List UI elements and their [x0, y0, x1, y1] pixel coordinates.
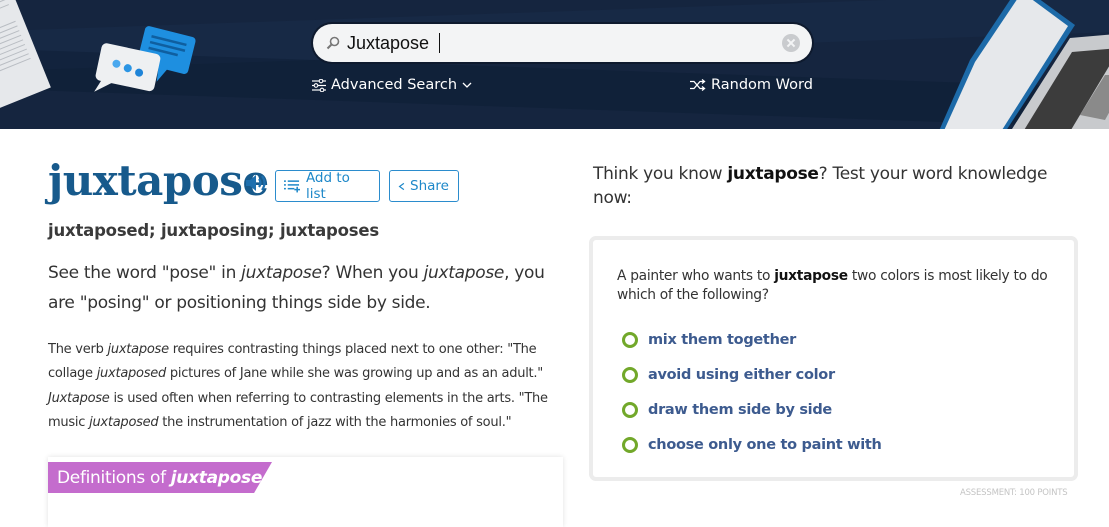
quiz-option[interactable]: draw them side by side — [622, 392, 882, 427]
share-label: Share — [410, 178, 449, 194]
random-word-link[interactable]: Random Word — [690, 77, 813, 93]
definitions-card: Definitions of juxtapose — [48, 457, 563, 527]
add-to-list-label: Add to list — [305, 170, 350, 202]
quiz-option-label: choose only one to paint with — [648, 436, 882, 453]
shuffle-icon — [690, 79, 706, 91]
share-icon — [398, 182, 405, 190]
quiz-question: A painter who wants to juxtapose two col… — [617, 268, 1048, 303]
site-header: Advanced Search Random Word — [0, 0, 1109, 129]
radio-circle-icon[interactable] — [622, 401, 638, 418]
search-input[interactable] — [347, 30, 767, 56]
text-caret — [439, 33, 440, 53]
assessment-points-label: ASSESSMENT: 100 POINTS — [960, 488, 1068, 498]
chat-bubbles-logo-icon[interactable] — [92, 22, 197, 97]
quiz-card: A painter who wants to juxtapose two col… — [589, 236, 1078, 481]
radio-circle-icon[interactable] — [622, 366, 638, 383]
search-icon — [326, 36, 340, 50]
word-inflections: juxtaposed; juxtaposing; juxtaposes — [48, 221, 380, 240]
definitions-heading: Definitions of juxtapose — [48, 462, 272, 493]
add-to-list-button[interactable]: Add to list — [275, 170, 380, 202]
list-add-icon — [284, 179, 300, 192]
random-word-label: Random Word — [711, 77, 813, 93]
short-definition: See the word "pose" in juxtapose? When y… — [48, 263, 545, 313]
quiz-options: mix them together avoid using either col… — [622, 322, 882, 462]
quiz-option[interactable]: avoid using either color — [622, 357, 882, 392]
sliders-icon — [312, 78, 326, 92]
audio-pronunciation-icon[interactable] — [246, 174, 268, 192]
radio-circle-icon[interactable] — [622, 436, 638, 453]
long-definition: The verb juxtapose requires contrasting … — [48, 342, 548, 430]
radio-circle-icon[interactable] — [622, 331, 638, 348]
advanced-search-toggle[interactable]: Advanced Search — [312, 77, 477, 93]
chevron-down-icon — [462, 82, 472, 88]
search-bar — [311, 22, 814, 64]
quiz-option[interactable]: choose only one to paint with — [622, 427, 882, 462]
quiz-option[interactable]: mix them together — [622, 322, 882, 357]
quiz-option-label: mix them together — [648, 331, 796, 348]
advanced-search-label: Advanced Search — [331, 77, 458, 93]
quiz-option-label: avoid using either color — [648, 366, 835, 383]
headword-title: juxtapose — [48, 156, 269, 205]
share-button[interactable]: Share — [389, 170, 459, 202]
quiz-intro: Think you know juxtapose? Test your word… — [593, 164, 1048, 208]
quiz-option-label: draw them side by side — [648, 401, 832, 418]
search-box — [313, 24, 812, 62]
laptop-illustration-icon — [939, 0, 1109, 129]
clear-search-icon[interactable] — [782, 34, 800, 52]
